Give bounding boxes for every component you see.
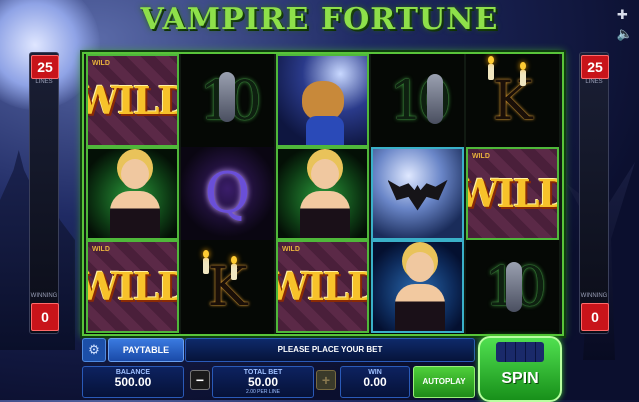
hanging-bat-icon — [427, 74, 443, 124]
reel-2: 10 Q K — [181, 54, 274, 334]
gear-icon: ⚙ — [88, 342, 100, 357]
symbol-lady — [371, 240, 464, 333]
settings-cross-icon[interactable]: ✚ — [617, 8, 633, 21]
symbol-q: Q — [181, 147, 274, 240]
per-line-text: 2.00 PER LINE — [246, 389, 280, 395]
reel-1: WILDWILD WILDWILD — [86, 54, 179, 334]
winning-label: WINNING — [580, 293, 608, 299]
sound-icon[interactable]: 🔈 — [617, 27, 633, 40]
spin-button[interactable]: SPIN — [478, 336, 562, 402]
symbol-ten: 10 — [389, 69, 452, 132]
winning-count: 0 — [581, 303, 609, 331]
autoplay-button[interactable]: AUTOPLAY — [413, 366, 475, 398]
symbol-k: K — [466, 54, 559, 147]
winning-count: 0 — [31, 303, 59, 331]
win-value: 0.00 — [363, 375, 387, 389]
left-lines-panel: 25 LINES WINNING 0 — [29, 52, 59, 334]
winning-label: WINNING — [30, 293, 58, 299]
spin-reel-indicator — [496, 342, 544, 362]
candle-icon — [520, 62, 526, 86]
reel-3: WILDWILD — [276, 54, 369, 334]
candle-icon — [203, 250, 209, 274]
symbol-wild: WILDWILD — [466, 147, 559, 240]
reel-5: K WILDWILD 10 — [466, 54, 559, 334]
game-title: VAMPIRE FORTUNE — [140, 2, 499, 37]
candle-icon — [231, 256, 237, 280]
symbol-lady — [86, 147, 179, 240]
message-bar: PLEASE PLACE YOUR BET — [185, 338, 475, 362]
symbol-wild: WILDWILD — [86, 54, 179, 147]
lines-label: LINES — [585, 79, 603, 85]
balance-panel: BALANCE 500.00 — [82, 366, 184, 398]
total-bet-value: 50.00 — [247, 375, 279, 389]
paytable-button[interactable]: PAYTABLE — [108, 338, 184, 362]
symbol-wild: WILDWILD — [276, 240, 369, 333]
spin-label: SPIN — [501, 370, 539, 387]
win-panel: WIN 0.00 — [340, 366, 410, 398]
minus-icon: − — [195, 372, 205, 388]
hanging-bat-icon — [506, 262, 522, 312]
lines-label: LINES — [35, 79, 53, 85]
balance-value: 500.00 — [114, 375, 152, 389]
symbol-bat — [371, 147, 464, 240]
plus-icon: + — [321, 372, 331, 388]
settings-button[interactable]: ⚙ — [82, 338, 106, 362]
increase-bet-button[interactable]: + — [316, 370, 336, 390]
symbol-weredog — [276, 54, 369, 147]
symbol-ten: 10 — [181, 54, 274, 147]
weredog-icon — [301, 80, 344, 121]
right-lines-panel: 25 LINES WINNING 0 — [579, 52, 609, 334]
symbol-k: K — [181, 240, 274, 333]
lines-count[interactable]: 25 — [31, 55, 59, 79]
lines-count[interactable]: 25 — [581, 55, 609, 79]
hanging-bat-icon — [219, 72, 235, 122]
bat-icon — [387, 179, 448, 211]
total-bet-panel: TOTAL BET 50.00 2.00 PER LINE — [212, 366, 314, 398]
decrease-bet-button[interactable]: − — [190, 370, 210, 390]
reel-grid: WILDWILD WILDWILD 10 Q K WILDWILD — [82, 52, 564, 336]
symbol-lady — [276, 147, 369, 240]
reel-4: 10 — [371, 54, 464, 334]
top-icons: ✚ 🔈 — [617, 8, 633, 40]
symbol-wild: WILDWILD — [86, 240, 179, 333]
symbol-ten: 10 — [466, 240, 559, 333]
candle-icon — [488, 56, 494, 80]
